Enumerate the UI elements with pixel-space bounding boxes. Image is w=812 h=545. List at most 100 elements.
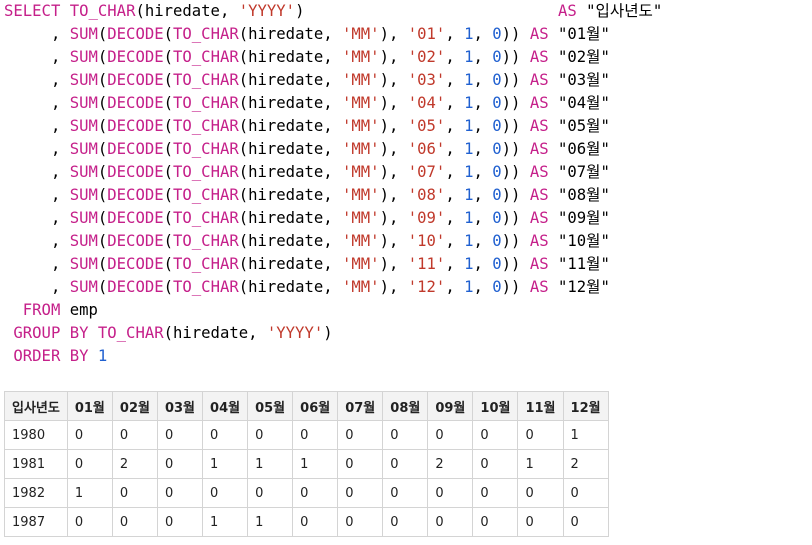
decode-zero: 0 [492, 48, 502, 66]
header-cell-month-4: 04월 [202, 391, 249, 421]
decode-function: DECODE [107, 140, 164, 158]
count-cell: 1 [202, 507, 249, 537]
as-keyword: AS [529, 48, 549, 66]
sum-function: SUM [69, 25, 98, 43]
count-cell: 2 [562, 449, 609, 479]
paren: )) [501, 278, 530, 296]
sum-function: SUM [69, 232, 98, 250]
count-cell: 0 [472, 478, 519, 508]
count-cell: 0 [472, 420, 519, 450]
comma: , [445, 117, 465, 135]
sum-function: SUM [69, 255, 98, 273]
paren: ( [97, 278, 108, 296]
header-row: 입사년도 01월 02월 03월 04월 05월 06월 07월 08월 09월 10월 11월 12월 [4, 391, 609, 421]
count-cell: 0 [427, 507, 474, 537]
header-cell-hire-year: 입사년도 [4, 391, 68, 421]
comma: , [473, 278, 493, 296]
year-cell: 1982 [4, 478, 68, 508]
comma: , [473, 71, 493, 89]
count-cell: 2 [111, 449, 158, 479]
paren: )) [501, 25, 530, 43]
count-cell: 0 [337, 478, 384, 508]
sql-line-from: FROM emp [4, 301, 98, 319]
sql-line-month-6: , SUM(DECODE(TO_CHAR(hiredate, 'MM'), '0… [4, 140, 610, 158]
paren: )) [501, 140, 530, 158]
paren: )) [501, 255, 530, 273]
month-lines: , SUM(DECODE(TO_CHAR(hiredate, 'MM'), '0… [4, 25, 610, 296]
paren: ( [163, 117, 174, 135]
month-value-string: '07' [407, 163, 446, 181]
month-value-string: '09' [407, 209, 446, 227]
column-alias: "06월" [558, 140, 610, 158]
first-line-args: (hiredate, [135, 2, 239, 20]
count-cell: 0 [427, 420, 474, 450]
count-cell: 0 [382, 478, 429, 508]
sql-line-month-10: , SUM(DECODE(TO_CHAR(hiredate, 'MM'), '1… [4, 232, 610, 250]
sql-line-month-12: , SUM(DECODE(TO_CHAR(hiredate, 'MM'), '1… [4, 278, 610, 296]
comma: , [473, 48, 493, 66]
to-char-function: TO_CHAR [173, 209, 239, 227]
paren: )) [501, 232, 530, 250]
to-char-arg: (hiredate, [238, 140, 343, 158]
count-cell: 1 [247, 449, 294, 479]
count-cell: 0 [337, 449, 384, 479]
paren: ( [163, 140, 174, 158]
to-char-function: TO_CHAR [173, 117, 239, 135]
month-format-string: 'MM' [342, 48, 380, 66]
comma: , [473, 25, 493, 43]
paren: ), [379, 140, 408, 158]
count-cell: 0 [156, 507, 204, 537]
to-char-arg: (hiredate, [238, 278, 343, 296]
paren: ( [97, 48, 108, 66]
year-format-string: 'YYYY' [238, 2, 296, 20]
to-char-arg: (hiredate, [238, 209, 343, 227]
sql-line-select: SELECT TO_CHAR(hiredate, 'YYYY') AS "입사년… [4, 2, 662, 20]
paren: )) [501, 48, 530, 66]
sql-line-month-8: , SUM(DECODE(TO_CHAR(hiredate, 'MM'), '0… [4, 186, 610, 204]
decode-zero: 0 [492, 232, 502, 250]
to-char-function: TO_CHAR [173, 140, 239, 158]
line-lead: , [4, 117, 70, 135]
paren: ( [97, 140, 108, 158]
paren: ), [379, 71, 408, 89]
sum-function: SUM [69, 71, 98, 89]
comma: , [445, 25, 465, 43]
sql-line-month-4: , SUM(DECODE(TO_CHAR(hiredate, 'MM'), '0… [4, 94, 610, 112]
comma: , [445, 140, 465, 158]
month-format-string: 'MM' [342, 232, 380, 250]
count-cell: 0 [66, 449, 113, 479]
header-cell-month-10: 10월 [472, 391, 519, 421]
paren: ), [379, 209, 408, 227]
paren: ( [163, 25, 174, 43]
comma: , [473, 94, 493, 112]
to-char-arg: (hiredate, [238, 186, 343, 204]
column-alias: "08월" [558, 186, 610, 204]
paren: ( [163, 232, 174, 250]
paren: ( [163, 278, 174, 296]
decode-function: DECODE [107, 209, 164, 227]
line-lead: , [4, 232, 70, 250]
sum-function: SUM [69, 163, 98, 181]
line-lead: , [4, 186, 70, 204]
result-table: 입사년도 01월 02월 03월 04월 05월 06월 07월 08월 09월 10월 11월 12월… [4, 391, 609, 537]
sum-function: SUM [69, 94, 98, 112]
comma: , [445, 255, 465, 273]
line-lead: , [4, 163, 70, 181]
sum-function: SUM [69, 48, 98, 66]
sql-line-month-7: , SUM(DECODE(TO_CHAR(hiredate, 'MM'), '0… [4, 163, 610, 181]
column-alias: "05월" [558, 117, 610, 135]
count-cell: 0 [156, 449, 204, 479]
header-cell-month-1: 01월 [66, 391, 113, 421]
sql-code-block: SELECT TO_CHAR(hiredate, 'YYYY') AS "입사년… [4, 0, 662, 368]
comma: , [445, 232, 465, 250]
count-cell: 0 [472, 449, 519, 479]
paren: ( [97, 94, 108, 112]
paren: ( [97, 117, 108, 135]
paren: ( [163, 255, 174, 273]
count-cell: 0 [562, 478, 609, 508]
count-cell: 0 [247, 420, 294, 450]
column-alias: "12월" [558, 278, 610, 296]
count-cell: 1 [247, 507, 294, 537]
